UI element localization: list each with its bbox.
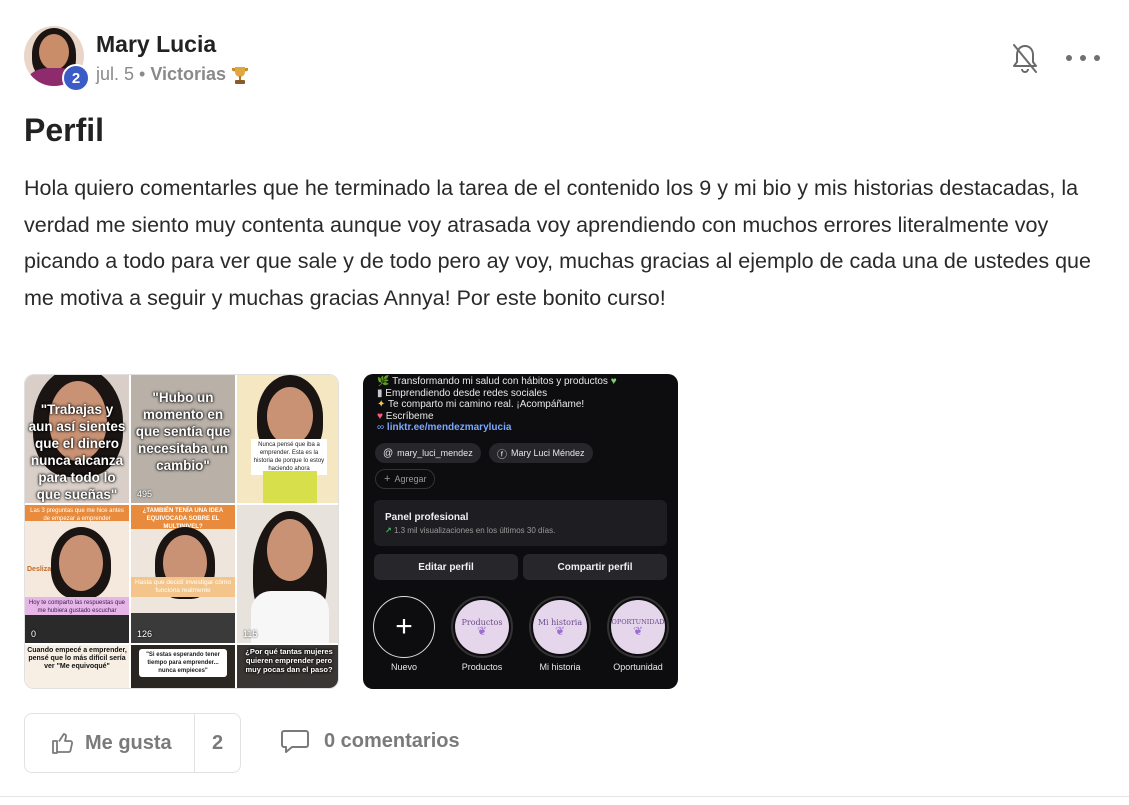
- bio-line-1: Transformando mi salud con hábitos y pro…: [392, 376, 608, 387]
- plus-icon: +: [395, 610, 413, 643]
- bio-link: linktr.ee/mendezmarylucia: [386, 422, 512, 433]
- grid-views-2: 495: [137, 489, 153, 499]
- grid-cell-8: "Si estas esperando tener tiempo para em…: [131, 645, 235, 688]
- comments-label: 0 comentarios: [324, 729, 460, 752]
- post-body: Hola quiero comentarles que he terminado…: [24, 176, 1091, 310]
- like-button[interactable]: Me gusta: [25, 714, 195, 772]
- panel-stat: 1.3 mil visualizaciones en los últimos 3…: [393, 526, 556, 535]
- grid-caption-1: "Trabajas y aun así sientes que el diner…: [28, 402, 126, 502]
- comment-icon: [281, 730, 309, 753]
- grid-caption-8: "Si estas esperando tener tiempo para em…: [139, 649, 227, 677]
- author-name[interactable]: Mary Lucia: [96, 31, 216, 58]
- grid-cell-7: Cuando empecé a emprender, pensé que lo …: [25, 645, 129, 688]
- like-label: Me gusta: [85, 731, 172, 754]
- highlight-new: + Nuevo: [372, 596, 436, 672]
- bell-off-icon[interactable]: [1010, 42, 1040, 76]
- like-count[interactable]: 2: [195, 714, 240, 772]
- edit-profile-button: Editar perfil: [374, 554, 518, 580]
- group-name[interactable]: Victorias: [150, 64, 226, 85]
- meta-separator: •: [139, 64, 146, 84]
- chip-threads: @ mary_luci_mendez: [375, 443, 481, 463]
- grid-caption-3: Nunca pensé que iba a emprender. Esta es…: [251, 439, 327, 475]
- divider: [0, 796, 1129, 797]
- post-card: 2 Mary Lucia jul. 5 • Victorias Perfil H…: [0, 0, 1129, 805]
- highlight-oportunidad: OPORTUNIDAD ❦ Oportunidad: [606, 596, 670, 672]
- grid-caption-4-bottom: Hoy te comparto las respuestas que me hu…: [25, 597, 129, 617]
- grid-caption-7: Cuando empecé a emprender, pensé que lo …: [27, 647, 127, 670]
- post-meta: jul. 5 • Victorias: [96, 64, 249, 85]
- author-avatar[interactable]: 2: [24, 26, 90, 92]
- panel-title: Panel profesional: [385, 512, 469, 523]
- like-box: Me gusta 2: [24, 713, 241, 773]
- grid-cell-6: 115: [237, 505, 338, 643]
- grid-caption-2: "Hubo un momento en que sentía que neces…: [135, 390, 231, 473]
- grid-cell-5: ¿TAMBIÉN TENÍA UNA IDEA EQUIVOCADA SOBRE…: [131, 505, 235, 643]
- chip-add: + Agregar: [375, 469, 436, 489]
- feed-grid-image[interactable]: "Trabajas y aun así sientes que el diner…: [24, 374, 339, 689]
- grid-views-5: 126: [137, 629, 153, 639]
- grid-cell-1: "Trabajas y aun así sientes que el diner…: [25, 375, 129, 503]
- grid-caption-9: ¿Por qué tantas mujeres quieren emprende…: [245, 647, 333, 674]
- highlight-productos: Productos ❦ Productos: [450, 596, 514, 672]
- professional-panel: Panel profesional ↗ 1.3 mil visualizacio…: [374, 500, 667, 546]
- bio-line-4: Escríbeme: [385, 410, 434, 422]
- grid-cell-2: "Hubo un momento en que sentía que neces…: [131, 375, 235, 503]
- grid-views-6: 115: [243, 629, 258, 639]
- bio-line-3: Te comparto mi camino real. ¡Acompáñame!: [388, 399, 585, 410]
- post-date[interactable]: jul. 5: [96, 64, 134, 85]
- grid-caption-5-mid: Hasta que decidí investigar cómo funcion…: [131, 577, 235, 597]
- level-badge: 2: [62, 64, 90, 92]
- grid-cell-9: ¿Por qué tantas mujeres quieren emprende…: [237, 645, 338, 688]
- highlight-mi-historia: Mi historia ❦ Mi historia: [528, 596, 592, 672]
- grid-cell-3: Nunca pensé que iba a emprender. Esta es…: [237, 375, 338, 503]
- chip-facebook: ⓕ Mary Luci Méndez: [489, 443, 593, 463]
- bio-line-2: Emprendiendo desde redes sociales: [385, 387, 548, 399]
- share-profile-button: Compartir perfil: [523, 554, 667, 580]
- more-dots-icon[interactable]: [1066, 48, 1100, 68]
- grid-views-4: 0: [31, 629, 37, 639]
- grid-cell-4: Las 3 preguntas que me hice antes de emp…: [25, 505, 129, 643]
- trophy-icon: [232, 66, 249, 84]
- profile-bio: 🌿 Transformando mi salud con hábitos y p…: [377, 376, 617, 433]
- profile-screenshot-image[interactable]: 🌿 Transformando mi salud con hábitos y p…: [363, 374, 678, 689]
- comments-button[interactable]: 0 comentarios: [280, 728, 460, 754]
- grid-caption-4-side: Desliza: [27, 566, 52, 573]
- post-title: Perfil: [24, 112, 105, 148]
- thumbs-up-icon: [52, 733, 73, 754]
